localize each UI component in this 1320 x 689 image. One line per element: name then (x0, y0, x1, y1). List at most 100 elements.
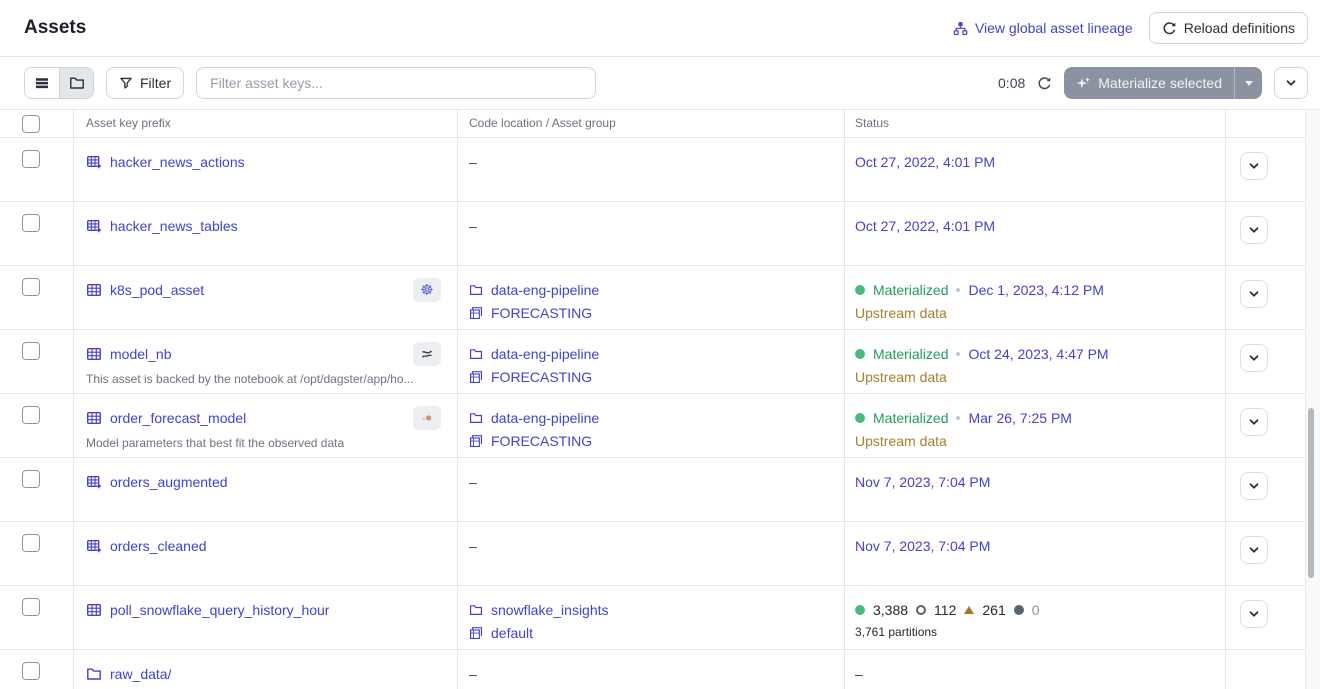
view-global-asset-lineage-link[interactable]: View global asset lineage (953, 20, 1133, 36)
code-location-link[interactable]: data-eng-pipeline (491, 346, 599, 362)
materialized-dot-icon (855, 413, 865, 423)
table-row: hacker_news_tables – Oct 27, 2022, 4:01 … (0, 202, 1320, 266)
filter-button[interactable]: Filter (106, 67, 184, 99)
materialize-options-button[interactable] (1234, 67, 1262, 99)
last-materialization-time-link[interactable]: Dec 1, 2023, 4:12 PM (968, 282, 1103, 298)
last-materialization-time-link[interactable]: Nov 7, 2023, 7:04 PM (855, 474, 990, 490)
asset-group-link[interactable]: FORECASTING (491, 433, 592, 449)
row-actions-button[interactable] (1240, 536, 1268, 564)
materialized-partitions-count: 3,388 (873, 602, 908, 618)
folder-icon (469, 283, 483, 297)
reload-definitions-button[interactable]: Reload definitions (1149, 12, 1308, 44)
materialize-selected-button[interactable]: Materialize selected (1064, 67, 1234, 99)
table-row: orders_cleaned – Nov 7, 2023, 7:04 PM (0, 522, 1320, 586)
row-checkbox[interactable] (22, 150, 40, 168)
row-checkbox[interactable] (22, 598, 40, 616)
row-actions-button[interactable] (1240, 408, 1268, 436)
code-location-link[interactable]: data-eng-pipeline (491, 410, 599, 426)
select-all-checkbox[interactable] (22, 115, 40, 133)
last-materialization-time-link[interactable]: Nov 7, 2023, 7:04 PM (855, 538, 990, 554)
partitions-total: 3,761 partitions (855, 625, 937, 639)
row-checkbox[interactable] (22, 470, 40, 488)
folder-icon (469, 347, 483, 361)
table-row: model_nb This asset is backed by the not… (0, 330, 1320, 394)
missing-partitions-ring-icon (916, 605, 926, 615)
asset-key-link[interactable]: hacker_news_tables (110, 218, 238, 234)
row-actions-button[interactable] (1240, 472, 1268, 500)
asset-group-link[interactable]: FORECASTING (491, 369, 592, 385)
materialize-button-label: Materialize selected (1098, 75, 1222, 91)
table-header-row: Asset key prefix Code location / Asset g… (0, 110, 1320, 138)
last-materialization-time-link[interactable]: Oct 27, 2022, 4:01 PM (855, 154, 995, 170)
table-row: order_forecast_model Model parameters th… (0, 394, 1320, 458)
stale-reason-tag: Upstream data (855, 433, 947, 449)
code-location-link[interactable]: data-eng-pipeline (491, 282, 599, 298)
asset-group-link[interactable]: FORECASTING (491, 305, 592, 321)
asset-key-link[interactable]: orders_cleaned (110, 538, 207, 554)
asset-key-link[interactable]: raw_data/ (110, 666, 171, 682)
materialized-partitions-dot-icon (855, 605, 865, 615)
asset-group-link[interactable]: default (491, 625, 533, 641)
lineage-link-label: View global asset lineage (975, 20, 1133, 36)
asset-group-icon (469, 306, 483, 320)
chevron-down-icon (1285, 77, 1297, 89)
last-materialization-time-link[interactable]: Mar 26, 7:25 PM (968, 410, 1072, 426)
asset-group-icon (469, 626, 483, 640)
refresh-icon[interactable] (1037, 76, 1052, 91)
caret-down-icon (1245, 81, 1253, 86)
last-materialization-time-link[interactable]: Oct 27, 2022, 4:01 PM (855, 218, 995, 234)
page-title: Assets (24, 17, 86, 39)
separator-dot (956, 416, 960, 420)
row-checkbox[interactable] (22, 278, 40, 296)
column-header-status: Status (845, 110, 1226, 137)
separator-dot (956, 288, 960, 292)
asset-key-link[interactable]: hacker_news_actions (110, 154, 245, 170)
asset-key-link[interactable]: poll_snowflake_query_history_hour (110, 602, 329, 618)
asset-toolbar: Filter 0:08 Materialize selected (0, 57, 1320, 110)
reload-icon (1162, 21, 1177, 36)
row-actions-button[interactable] (1240, 344, 1268, 372)
asset-description: This asset is backed by the notebook at … (86, 372, 441, 386)
table-view-icon (34, 75, 50, 91)
materialized-label: Materialized (873, 346, 948, 362)
materialize-sparkle-icon (1076, 76, 1091, 91)
code-location-link[interactable]: snowflake_insights (491, 602, 609, 618)
asset-key-link[interactable]: orders_augmented (110, 474, 228, 490)
folder-view-button[interactable] (59, 68, 93, 98)
stale-partitions-triangle-icon (964, 606, 974, 614)
row-actions-button[interactable] (1240, 216, 1268, 244)
row-checkbox[interactable] (22, 342, 40, 360)
table-plus-icon (86, 538, 102, 554)
row-actions-button[interactable] (1240, 600, 1268, 628)
page-header: Assets View global asset lineage Reload … (0, 0, 1320, 57)
scrollbar-track (1306, 110, 1320, 689)
jupyter-notebook-icon (413, 406, 441, 430)
asset-key-filter-input[interactable] (196, 67, 596, 99)
table-icon (86, 410, 102, 426)
failed-partitions-dot-icon (1014, 605, 1024, 615)
table-row: orders_augmented – Nov 7, 2023, 7:04 PM (0, 458, 1320, 522)
row-checkbox[interactable] (22, 662, 40, 680)
collapse-toolbar-button[interactable] (1274, 67, 1308, 99)
row-checkbox[interactable] (22, 534, 40, 552)
table-view-button[interactable] (25, 68, 59, 98)
asset-key-link[interactable]: model_nb (110, 346, 172, 362)
assets-table: Asset key prefix Code location / Asset g… (0, 110, 1320, 689)
scrollbar-thumb[interactable] (1308, 408, 1314, 578)
stale-reason-tag: Upstream data (855, 305, 947, 321)
row-checkbox[interactable] (22, 214, 40, 232)
missing-partitions-count: 112 (934, 602, 956, 618)
asset-key-link[interactable]: k8s_pod_asset (110, 282, 204, 298)
row-actions-button[interactable] (1240, 280, 1268, 308)
location-dash: – (469, 538, 477, 554)
materialized-label: Materialized (873, 282, 948, 298)
row-checkbox[interactable] (22, 406, 40, 424)
location-dash: – (469, 154, 477, 170)
table-row: poll_snowflake_query_history_hour snowfl… (0, 586, 1320, 650)
last-materialization-time-link[interactable]: Oct 24, 2023, 4:47 PM (968, 346, 1108, 362)
stale-partitions-count: 261 (982, 602, 1005, 618)
asset-key-link[interactable]: order_forecast_model (110, 410, 246, 426)
status-dash: – (855, 666, 863, 682)
table-plus-icon (86, 154, 102, 170)
row-actions-button[interactable] (1240, 152, 1268, 180)
